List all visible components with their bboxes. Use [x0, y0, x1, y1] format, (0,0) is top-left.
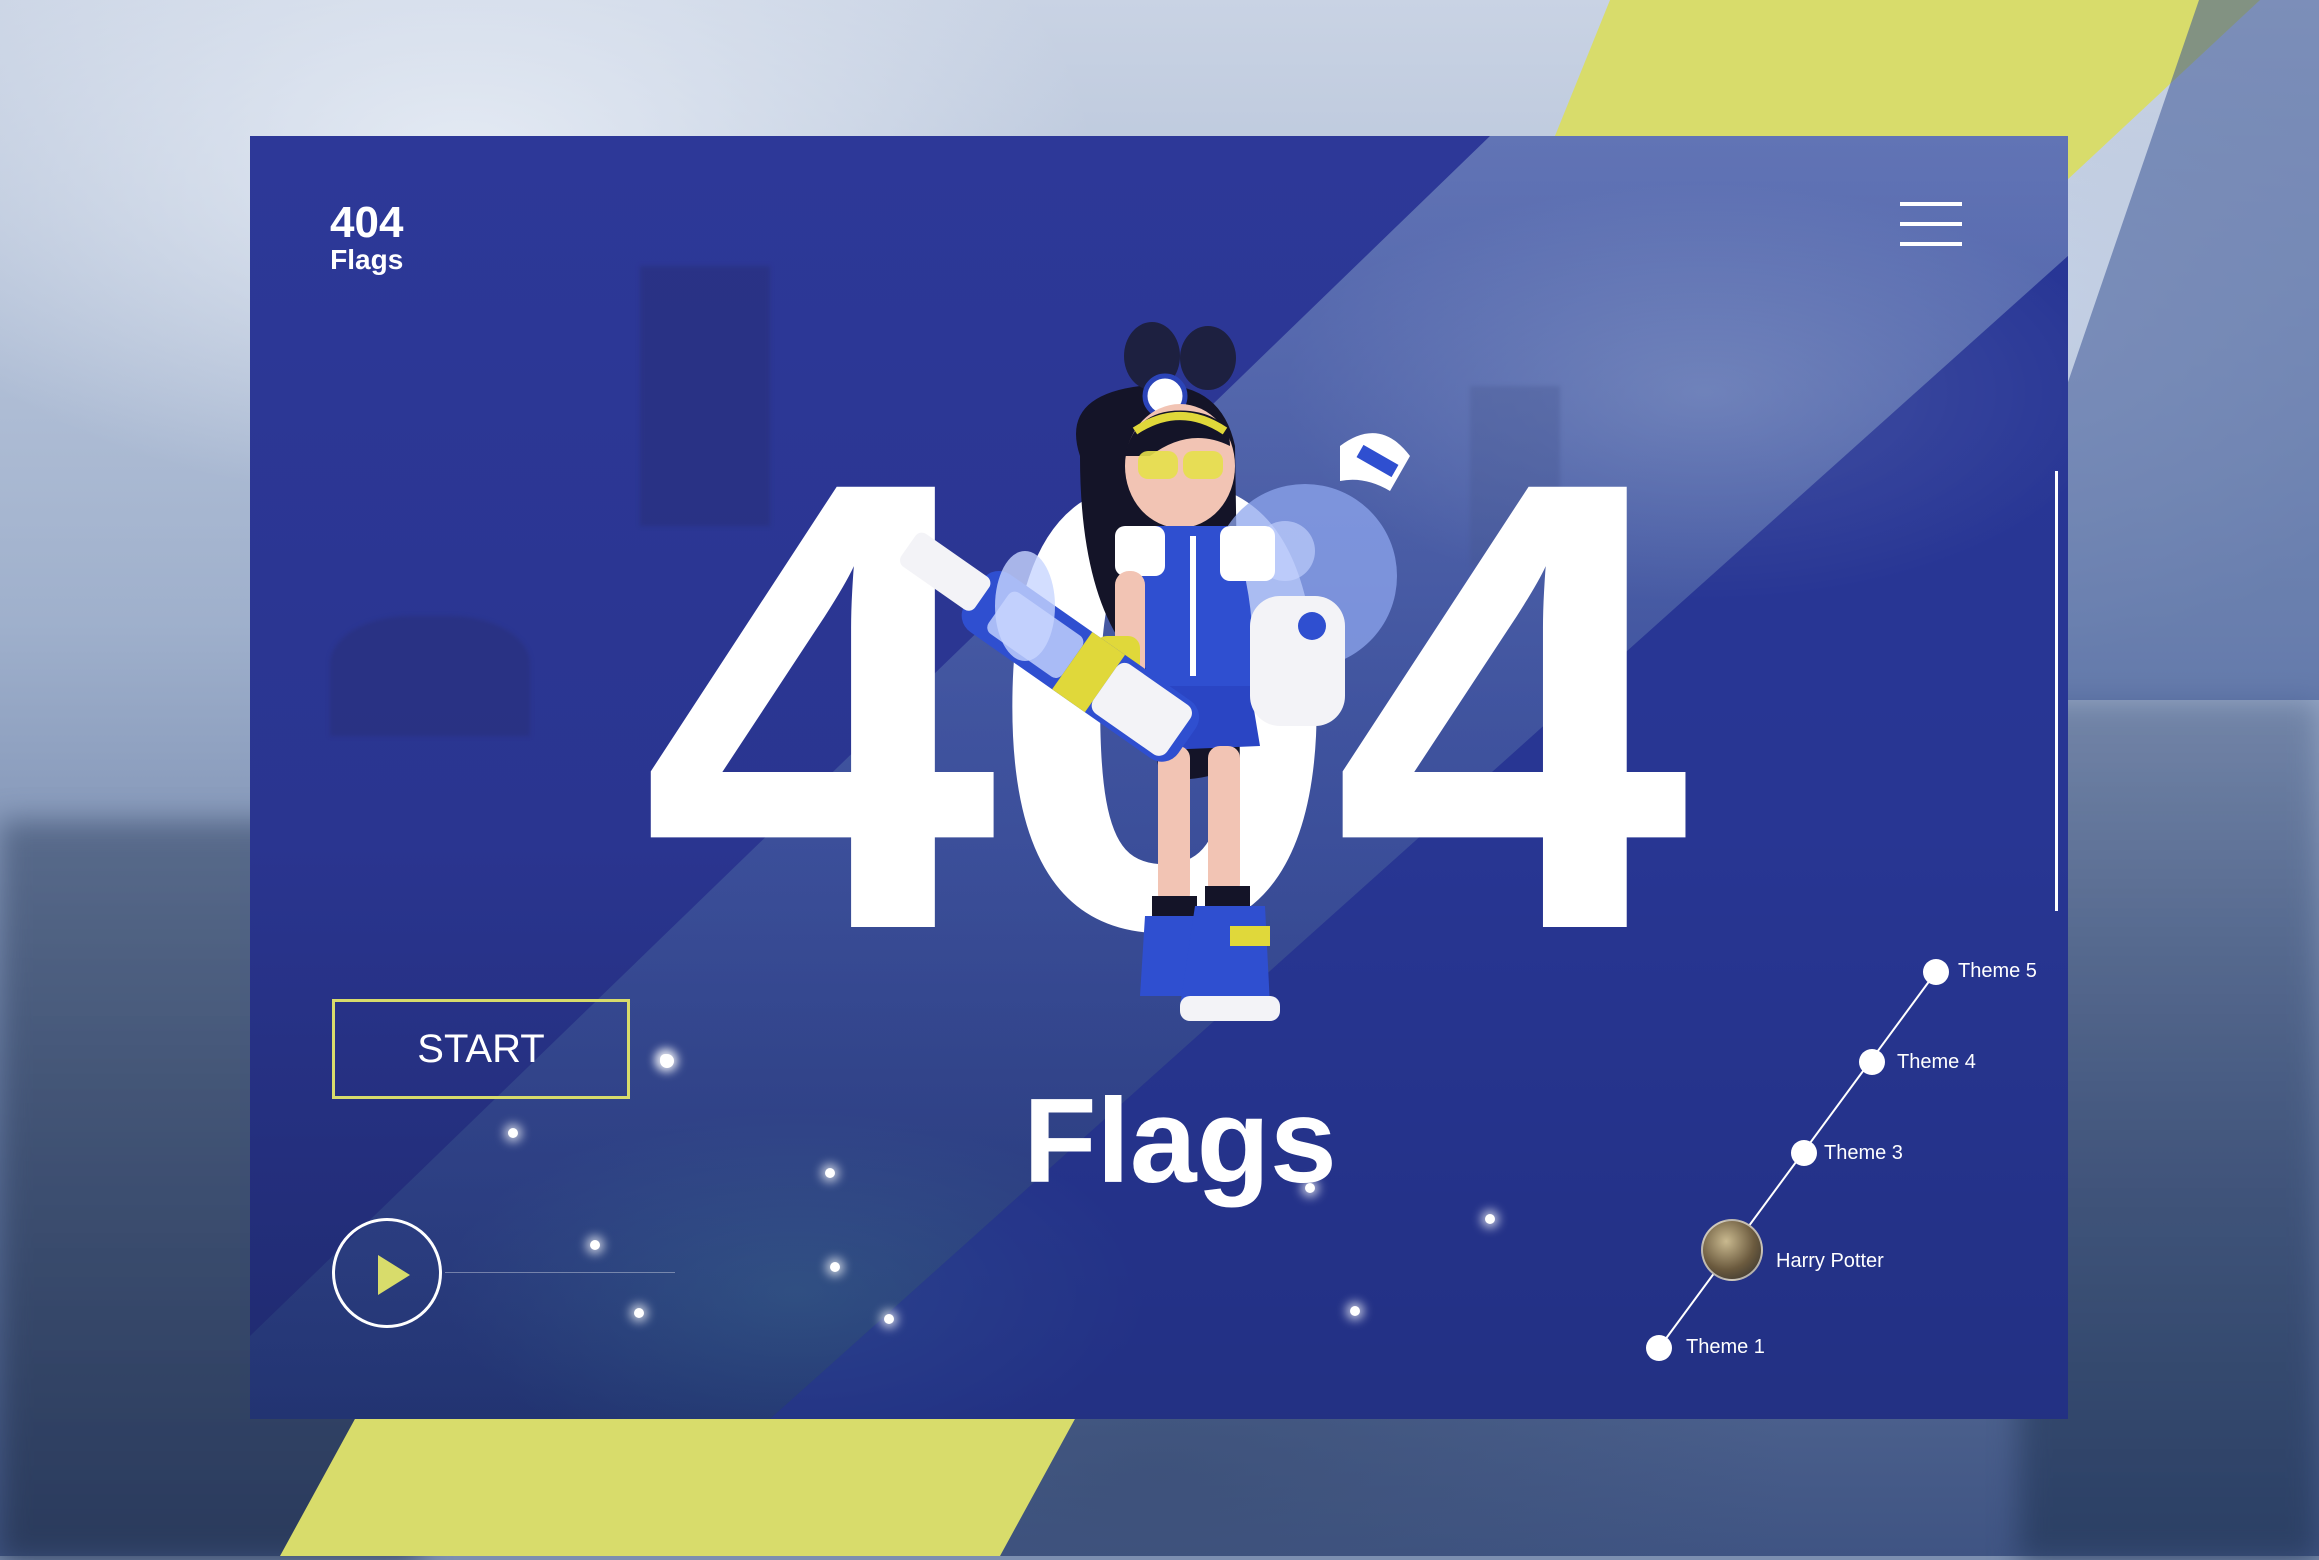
- sparkle: [1350, 1306, 1360, 1316]
- logo-title: 404: [330, 198, 404, 247]
- brand-logo[interactable]: 404 Flags: [330, 201, 403, 275]
- sparkle: [1485, 1214, 1495, 1224]
- start-button[interactable]: START: [332, 999, 630, 1099]
- character-illustration: [900, 322, 1410, 1021]
- theme-4-label[interactable]: Theme 4: [1897, 1051, 1976, 1074]
- hero-card: 404 Flags 404: [250, 136, 2068, 1419]
- play-icon: [378, 1255, 410, 1295]
- harry-potter-label[interactable]: Harry Potter: [1776, 1250, 1884, 1273]
- menu-bar: [1900, 202, 1962, 206]
- scroll-indicator[interactable]: [2055, 471, 2058, 911]
- hero-flags-word: Flags: [1023, 1074, 1337, 1208]
- sparkle: [590, 1240, 600, 1250]
- menu-bar: [1900, 242, 1962, 246]
- menu-bar: [1900, 222, 1962, 226]
- sparkle: [830, 1262, 840, 1272]
- theme-4-node[interactable]: [1859, 1049, 1885, 1075]
- sparkle: [884, 1314, 894, 1324]
- harry-potter-avatar[interactable]: [1701, 1219, 1763, 1281]
- theme-5-label[interactable]: Theme 5: [1958, 960, 2037, 983]
- sparkle: [634, 1308, 644, 1318]
- theme-3-label[interactable]: Theme 3: [1824, 1142, 1903, 1165]
- theme-1-label[interactable]: Theme 1: [1686, 1336, 1765, 1359]
- play-button[interactable]: [332, 1218, 442, 1328]
- theme-3-node[interactable]: [1791, 1140, 1817, 1166]
- theme-5-node[interactable]: [1923, 959, 1949, 985]
- ruin-left: [330, 616, 530, 736]
- theme-1-node[interactable]: [1646, 1335, 1672, 1361]
- logo-subtitle: Flags: [330, 244, 404, 275]
- play-progress-line: [445, 1272, 675, 1273]
- hamburger-icon[interactable]: [1900, 202, 1962, 246]
